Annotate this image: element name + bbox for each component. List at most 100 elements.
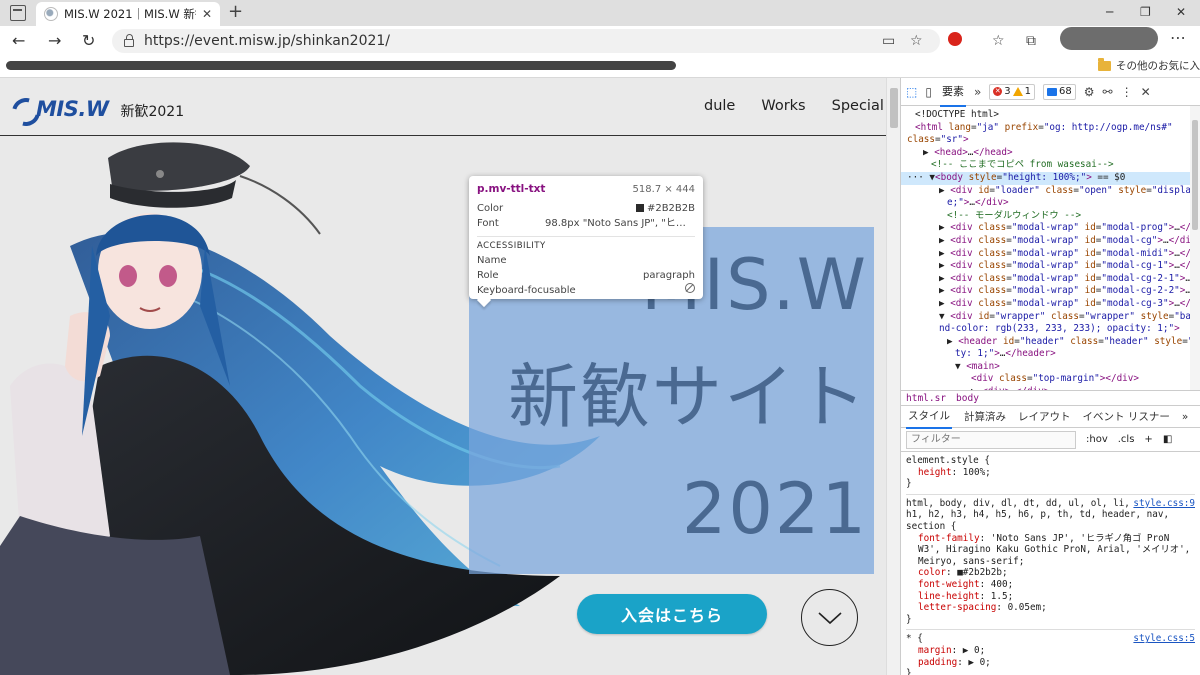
dom-node-line[interactable]: e;">…</div> <box>901 197 1200 210</box>
dom-node-line[interactable]: <div class="top-margin"></div> <box>901 373 1200 386</box>
css-rule-selector: element.style { <box>906 455 990 466</box>
page-scrollbar[interactable] <box>886 78 900 675</box>
styles-filter-input[interactable] <box>906 430 1076 449</box>
cls-toggle[interactable]: .cls <box>1118 434 1135 445</box>
devtools-more-icon[interactable]: ⋮ <box>1121 85 1133 99</box>
css-declaration[interactable]: padding: ▶ 0; <box>906 657 1195 669</box>
browser-tab[interactable]: MIS.W 2021｜MIS.W 新歓特設サ ✕ <box>36 2 220 26</box>
hov-toggle[interactable]: :hov <box>1086 434 1108 445</box>
css-rule[interactable]: * {style.css:5 margin: ▶ 0; padding: ▶ 0;} <box>906 633 1195 675</box>
dom-node-line[interactable]: ▶ <div>…</div> <box>901 386 1200 390</box>
nav-item-special[interactable]: Special <box>832 98 884 114</box>
tab-close-icon[interactable]: ✕ <box>202 7 212 21</box>
back-icon[interactable]: ← <box>12 31 25 51</box>
toggle-sidebar-icon[interactable]: ◧ <box>1163 434 1172 445</box>
dom-node-line[interactable]: class="sr"> <box>901 134 1200 147</box>
css-declaration[interactable]: margin: ▶ 0; <box>906 645 1195 657</box>
page-scrollbar-thumb[interactable] <box>890 88 898 128</box>
tooltip-accessibility-heading: ACCESSIBILITY <box>477 241 546 251</box>
messages-badge[interactable]: 68 <box>1043 83 1076 100</box>
join-button[interactable]: 入会はこちら <box>577 594 767 634</box>
favorites-icon[interactable]: ☆ <box>992 33 1005 49</box>
dom-tree-scrollbar-thumb[interactable] <box>1192 120 1198 230</box>
device-toolbar-icon[interactable]: ▯ <box>925 85 932 99</box>
breadcrumb-html[interactable]: html.sr <box>906 393 946 404</box>
address-bar: ← → ↻ https://event.misw.jp/shinkan2021/… <box>0 26 1200 56</box>
dom-node-line[interactable]: ▶ <div id="loader" class="open" style="d… <box>901 185 1200 198</box>
tab-styles[interactable]: スタイル <box>906 404 952 429</box>
breadcrumb-body[interactable]: body <box>956 393 979 404</box>
extension-icon[interactable] <box>948 32 962 46</box>
dom-node-line[interactable]: ··· ▼<body style="height: 100%;"> == $0 <box>901 171 1200 185</box>
dom-node-line[interactable]: ▶ <div class="modal-wrap" id="modal-midi… <box>901 248 1200 261</box>
dom-node-line[interactable]: ▼ <main> <box>901 361 1200 374</box>
dom-node-line[interactable]: ▶ <div class="modal-wrap" id="modal-cg-1… <box>901 260 1200 273</box>
dom-tree[interactable]: <!DOCTYPE html> <html lang="ja" prefix="o… <box>901 106 1200 390</box>
url-field[interactable]: https://event.misw.jp/shinkan2021/ <box>112 29 940 53</box>
dom-node-line[interactable]: ▶ <head>…</head> <box>901 147 1200 160</box>
new-tab-icon[interactable]: + <box>228 2 243 22</box>
css-declaration[interactable]: color: ■#2b2b2b; <box>906 567 1195 579</box>
css-source-link[interactable]: style.css:9 <box>1133 498 1195 510</box>
lock-icon[interactable] <box>124 33 134 47</box>
tab-more[interactable]: » <box>1182 411 1188 423</box>
dom-tree-scrollbar[interactable] <box>1190 106 1200 390</box>
css-declaration[interactable]: font-family: 'Noto Sans JP', 'ヒラギノ角ゴ Pro… <box>906 533 1195 568</box>
nav-item-works[interactable]: Works <box>761 98 805 114</box>
window-menu-icon[interactable] <box>10 5 26 21</box>
css-rule-selector-continued: h1, h2, h3, h4, h5, h6, p, th, td, heade… <box>906 509 1170 532</box>
css-rule-selector: html, body, div, dl, dt, dd, ul, ol, li,… <box>906 497 1195 510</box>
scroll-down-button[interactable] <box>801 589 858 646</box>
reload-icon[interactable]: ↻ <box>82 31 95 51</box>
tooltip-divider <box>477 236 695 237</box>
dom-node-line[interactable]: <html lang="ja" prefix="og: http://ogp.m… <box>901 122 1200 135</box>
tab-layout[interactable]: レイアウト <box>1018 409 1071 424</box>
dom-node-line[interactable]: ▶ <div class="modal-wrap" id="modal-cg">… <box>901 235 1200 248</box>
site-logo[interactable]: MIS.W 新歓2021 <box>10 96 184 122</box>
favorite-star-icon[interactable]: ☆ <box>910 33 923 49</box>
other-favorites[interactable]: その他のお気に入り <box>1098 57 1200 73</box>
restore-icon[interactable]: ❐ <box>1140 3 1151 21</box>
dom-node-line[interactable]: ty: 1;">…</header> <box>901 348 1200 361</box>
message-icon <box>1047 87 1058 96</box>
css-declaration[interactable]: letter-spacing: 0.05em; <box>906 602 1195 614</box>
minimize-icon[interactable]: ─ <box>1106 3 1113 21</box>
css-declaration[interactable]: height: 100%; <box>906 467 1195 479</box>
profile-button[interactable] <box>1060 27 1158 50</box>
dom-node-line[interactable]: ▶ <div class="modal-wrap" id="modal-cg-2… <box>901 273 1200 286</box>
more-menu-icon[interactable]: ⋯ <box>1170 30 1186 46</box>
css-declaration[interactable]: font-weight: 400; <box>906 579 1195 591</box>
css-rule-divider <box>906 629 1195 631</box>
connect-icon[interactable]: ⚯ <box>1103 85 1113 99</box>
not-focusable-icon <box>685 283 695 293</box>
more-tabs-icon[interactable]: » <box>974 85 981 99</box>
tab-elements[interactable]: 要素 <box>939 77 966 107</box>
css-declaration[interactable]: line-height: 1.5; <box>906 591 1195 603</box>
forward-icon[interactable]: → <box>48 31 61 51</box>
dom-node-line[interactable]: nd-color: rgb(233, 233, 233); opacity: 1… <box>901 323 1200 336</box>
close-window-icon[interactable]: ✕ <box>1176 3 1186 21</box>
dom-node-line[interactable]: <!-- モーダルウィンドウ --> <box>901 210 1200 223</box>
devtools-close-icon[interactable]: ✕ <box>1141 85 1151 99</box>
dom-node-line[interactable]: ▶ <header id="header" class="header" sty… <box>901 336 1200 349</box>
dom-node-line[interactable]: <!-- ここまでコピペ from wasesai--> <box>901 159 1200 172</box>
css-source-link[interactable]: style.css:5 <box>1133 633 1195 645</box>
settings-gear-icon[interactable]: ⚙ <box>1084 85 1095 99</box>
new-rule-icon[interactable]: + <box>1144 434 1152 445</box>
tab-computed[interactable]: 計算済み <box>964 409 1006 424</box>
css-rule[interactable]: html, body, div, dl, dt, dd, ul, ol, li,… <box>906 498 1195 626</box>
dom-node-line[interactable]: ▶ <div class="modal-wrap" id="modal-prog… <box>901 222 1200 235</box>
tab-event-listeners[interactable]: イベント リスナー <box>1083 409 1170 424</box>
dom-node-line[interactable]: ▼ <div id="wrapper" class="wrapper" styl… <box>901 311 1200 324</box>
reader-view-icon[interactable]: ▭ <box>882 33 895 49</box>
dom-node-line[interactable]: <!DOCTYPE html> <box>901 109 1200 122</box>
dom-node-line[interactable]: ▶ <div class="modal-wrap" id="modal-cg-3… <box>901 298 1200 311</box>
folder-icon <box>1098 57 1111 71</box>
collections-icon[interactable]: ⧉ <box>1026 33 1036 49</box>
css-rule[interactable]: element.style {height: 100%;} <box>906 455 1195 490</box>
dom-node-line[interactable]: ▶ <div class="modal-wrap" id="modal-cg-2… <box>901 285 1200 298</box>
styles-pane[interactable]: element.style {height: 100%;} html, body,… <box>901 452 1200 675</box>
nav-item-schedule[interactable]: dule <box>704 98 735 114</box>
inspect-element-icon[interactable]: ⬚ <box>906 85 917 99</box>
issues-badge[interactable]: ✕ 3 1 <box>989 83 1036 100</box>
